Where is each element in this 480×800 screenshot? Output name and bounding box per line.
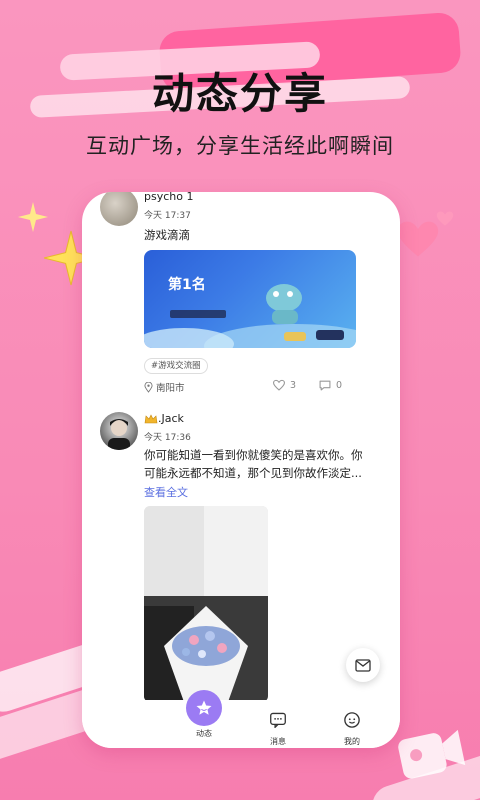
face-icon bbox=[344, 712, 360, 728]
star-icon bbox=[196, 700, 212, 715]
location-text: 南阳市 bbox=[156, 383, 185, 394]
comment-button[interactable]: 0 bbox=[318, 379, 342, 391]
topic-tag[interactable]: #游戏交流圈 bbox=[144, 358, 208, 374]
tab-icon bbox=[338, 706, 366, 734]
post-photo[interactable] bbox=[144, 506, 268, 702]
tab-icon bbox=[264, 706, 292, 734]
message-fab[interactable] bbox=[346, 648, 380, 682]
bouquet-photo bbox=[144, 506, 268, 702]
username[interactable]: .Jack bbox=[158, 412, 184, 425]
post-text: 你可能知道一看到你就傻笑的是喜欢你。你可能永远都不知道，那个见到你故作淡定... bbox=[144, 448, 363, 480]
promo-headline: 动态分享 bbox=[151, 69, 328, 118]
tab-label: 消息 bbox=[270, 737, 286, 746]
bottom-tab-bar: 动态 消息 我的 bbox=[82, 690, 400, 748]
like-button[interactable]: 3 bbox=[272, 379, 296, 391]
username[interactable]: psycho 1 bbox=[144, 192, 193, 203]
comment-count: 0 bbox=[336, 379, 343, 391]
location-pin-icon bbox=[144, 381, 153, 393]
heart-icon bbox=[397, 221, 439, 257]
tab-icon bbox=[186, 690, 222, 726]
tab-messages[interactable]: 消息 bbox=[248, 706, 308, 747]
comment-icon bbox=[319, 380, 331, 391]
post-image[interactable]: 第1名 bbox=[144, 250, 356, 348]
mail-icon bbox=[355, 658, 371, 672]
avatar-portrait bbox=[108, 419, 130, 450]
avatar[interactable] bbox=[100, 412, 138, 450]
post-time: 今天 17:37 bbox=[144, 211, 191, 221]
post-text: 游戏滴滴 bbox=[144, 228, 190, 242]
post-time: 今天 17:36 bbox=[144, 433, 191, 443]
location[interactable]: 南阳市 bbox=[144, 380, 185, 394]
heart-outline-icon bbox=[272, 379, 286, 391]
crown-icon bbox=[144, 414, 158, 424]
tab-label: 我的 bbox=[344, 737, 360, 746]
game-scene-illustration bbox=[144, 284, 356, 348]
phone-screen: psycho 1 今天 17:37 游戏滴滴 第1名 #游戏交流圈 南阳市 3 … bbox=[82, 192, 400, 748]
like-count: 3 bbox=[290, 379, 297, 391]
tab-dynamic[interactable]: 动态 bbox=[174, 690, 234, 739]
promo-subtitle: 互动广场，分享生活经此啊瞬间 bbox=[86, 134, 394, 158]
message-icon bbox=[270, 712, 286, 728]
read-more-link[interactable]: 查看全文 bbox=[144, 484, 188, 500]
tab-profile[interactable]: 我的 bbox=[322, 706, 382, 747]
avatar[interactable] bbox=[100, 192, 138, 226]
heart-icon bbox=[436, 211, 454, 226]
tab-label: 动态 bbox=[196, 729, 212, 738]
